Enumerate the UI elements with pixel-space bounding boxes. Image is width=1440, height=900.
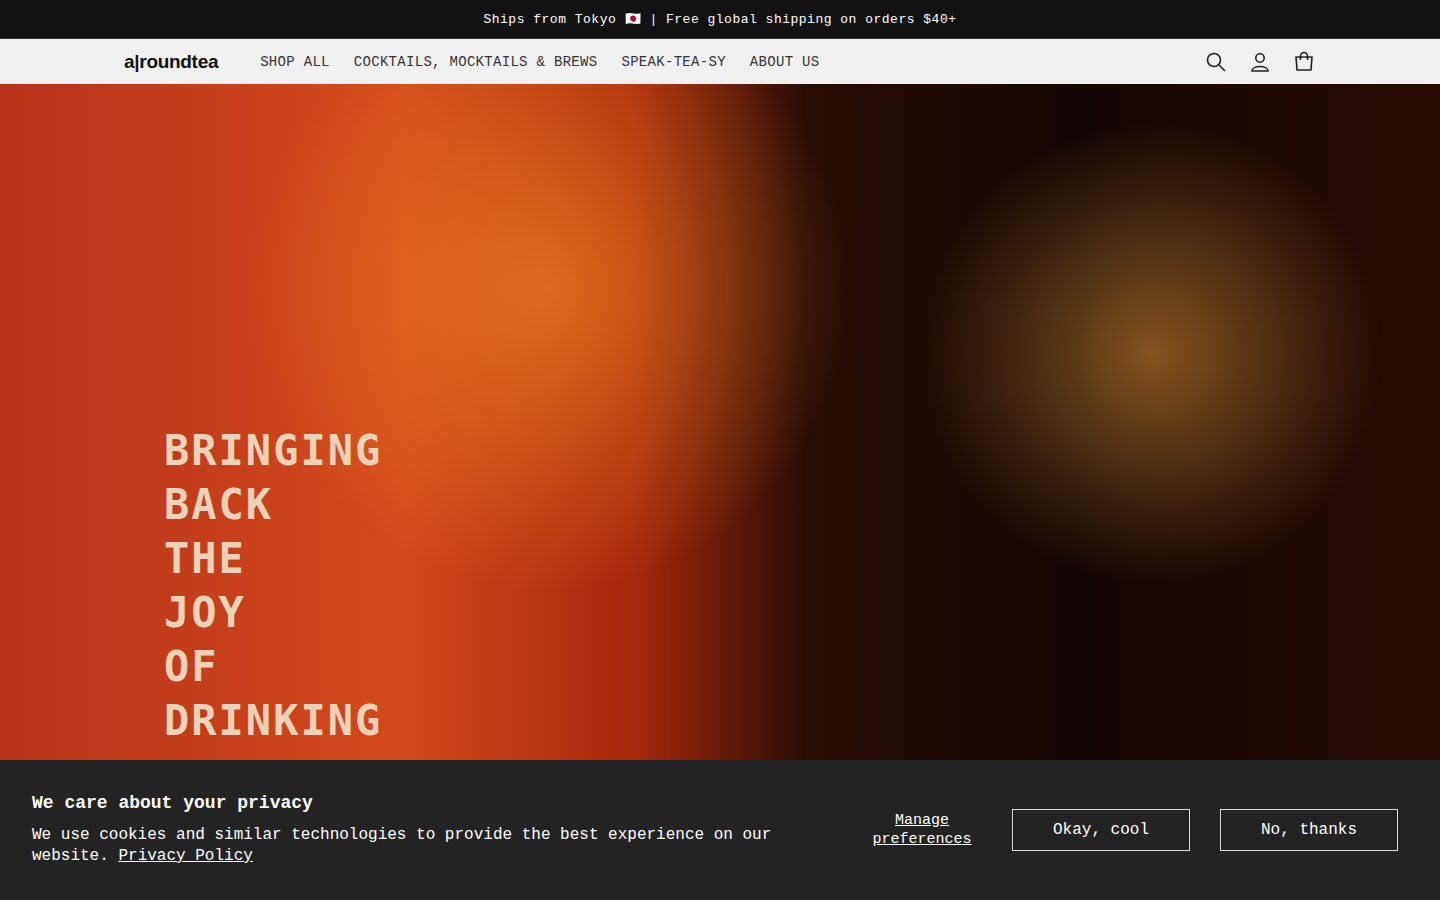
privacy-policy-link[interactable]: Privacy Policy bbox=[118, 847, 252, 865]
cookie-button[interactable]: Okay, cool bbox=[1012, 809, 1190, 851]
page: Ships from Tokyo 🇯🇵 | Free global shippi… bbox=[0, 0, 1440, 900]
hero-heading-line: BACK bbox=[164, 478, 1440, 532]
cookie-banner: We care about your privacy We use cookies… bbox=[0, 760, 1440, 900]
logo[interactable]: a|roundtea bbox=[124, 51, 218, 73]
cookie-actions: Manage preferences Okay, cool No, thanks bbox=[862, 809, 1398, 851]
nav-item[interactable]: SPEAK-TEA-SY bbox=[621, 54, 725, 70]
main-nav: SHOP ALL COCKTAILS, MOCKTAILS & BREWS SPEA… bbox=[260, 54, 1204, 70]
hero-heading-line: JOY bbox=[164, 586, 1440, 640]
search-icon[interactable] bbox=[1204, 50, 1228, 74]
nav-item[interactable]: SHOP ALL bbox=[260, 54, 330, 70]
hero-heading-line: BRINGING bbox=[164, 424, 1440, 478]
announcement-text: Ships from Tokyo 🇯🇵 | Free global shippi… bbox=[483, 11, 956, 27]
cart-icon[interactable] bbox=[1292, 50, 1316, 74]
cookie-body: We use cookies and similar technologies … bbox=[32, 825, 772, 867]
hero-heading-line: THE bbox=[164, 532, 1440, 586]
cookie-title: We care about your privacy bbox=[32, 793, 772, 813]
hero-heading-line: OF bbox=[164, 640, 1440, 694]
announcement-bar: Ships from Tokyo 🇯🇵 | Free global shippi… bbox=[0, 0, 1440, 39]
hero-heading: BRINGINGBACKTHEJOYOFDRINKING bbox=[164, 424, 1440, 748]
header: a|roundtea SHOP ALL COCKTAILS, MOCKTAILS &… bbox=[0, 39, 1440, 84]
account-icon[interactable] bbox=[1248, 50, 1272, 74]
manage-preferences-link[interactable]: Manage preferences bbox=[862, 811, 982, 849]
cookie-message: We care about your privacy We use cookies… bbox=[32, 793, 772, 867]
nav-item[interactable]: ABOUT US bbox=[750, 54, 820, 70]
nav-item[interactable]: COCKTAILS, MOCKTAILS & BREWS bbox=[354, 54, 598, 70]
header-icons bbox=[1204, 50, 1316, 74]
cookie-button[interactable]: No, thanks bbox=[1220, 809, 1398, 851]
hero-heading-line: DRINKING bbox=[164, 694, 1440, 748]
